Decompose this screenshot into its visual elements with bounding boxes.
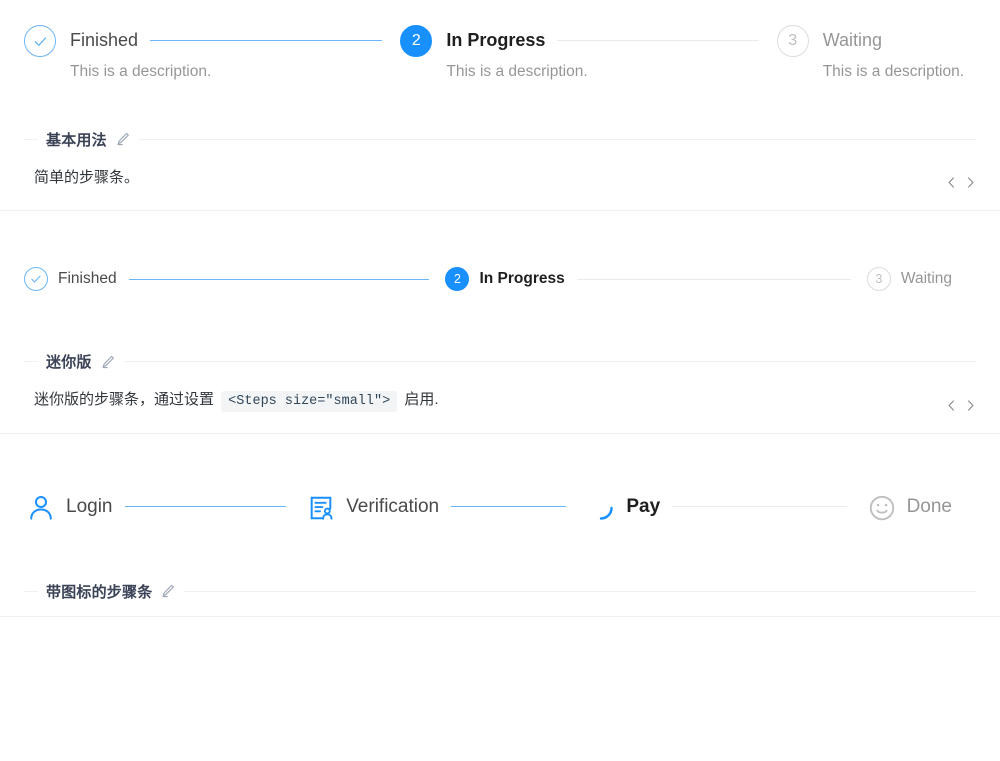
demo-block-icon: Login [0,434,1000,617]
step-body: Verification [338,490,584,524]
step-number-icon: 2 [445,267,469,291]
description-text-before: 迷你版的步骤条，通过设置 [34,391,218,408]
demo-block-basic: Finished This is a description. 2 In Pro… [0,0,1000,211]
step-description: This is a description. [446,60,764,85]
pencil-icon[interactable] [160,583,176,599]
step-title: Verification [346,490,451,524]
step-title-row: In Progress [479,267,854,291]
step-login[interactable]: Login [24,490,304,525]
demo-title-row: 基本用法 [24,113,976,150]
step-verification[interactable]: Verification [304,490,584,525]
step-body: Login [58,490,304,524]
step-title: Done [907,490,964,524]
step-body: Waiting This is a description. [809,24,976,85]
demo-stage-icon: Login [0,434,1000,565]
steps-basic: Finished This is a description. 2 In Pro… [24,24,976,85]
title-lead-rule [24,139,38,140]
title-lead-rule [24,361,38,362]
demo-meta-basic: 基本用法 简单的步骤条。 [0,113,1000,211]
demo-meta-small: 迷你版 迷你版的步骤条，通过设置 <Steps size="small"> 启用… [0,335,1000,433]
step-body: Waiting [891,267,976,291]
inline-code: <Steps size="small"> [221,391,397,412]
user-icon [24,491,58,525]
step-title: Finished [70,24,150,56]
title-tail-rule [184,591,976,592]
step-title-row: Verification [346,490,572,524]
step-body: Finished This is a description. [56,24,400,85]
step-waiting[interactable]: 3 Waiting This is a description. [777,24,976,85]
steps-small: Finished 2 In Progress 3 [24,267,976,291]
title-tail-rule [124,361,976,362]
pencil-icon[interactable] [100,354,116,370]
step-connector-line [577,279,851,280]
step-body: Pay [618,490,864,524]
demo-title-row: 迷你版 [24,335,976,372]
step-title-row: In Progress [446,24,764,56]
step-description: This is a description. [70,60,388,85]
step-body: Done [899,490,976,524]
title-lead-rule [24,591,38,592]
step-number-icon: 3 [867,267,891,291]
step-title: In Progress [479,267,576,291]
step-finished[interactable]: Finished This is a description. [24,24,400,85]
steps-demo-page: Finished This is a description. 2 In Pro… [0,0,1000,617]
step-connector-line [125,506,287,507]
step-finished[interactable]: Finished [24,267,445,291]
step-waiting[interactable]: 3 Waiting [867,267,976,291]
step-title: In Progress [446,24,557,56]
step-done[interactable]: Done [865,490,976,525]
steps-with-icons: Login [24,490,976,525]
demo-title: 迷你版 [38,351,98,372]
demo-title-row: 带图标的步骤条 [24,565,976,602]
step-number-icon: 2 [400,25,432,57]
description-text-after: 启用. [400,391,438,408]
step-title: Login [66,490,125,524]
demo-description: 迷你版的步骤条，通过设置 <Steps size="small"> 启用. [34,386,914,415]
step-title-row: Finished [70,24,388,56]
step-in-progress[interactable]: 2 In Progress [445,267,866,291]
check-icon [24,267,48,291]
step-connector-line [672,506,846,507]
step-title-row: Done [907,490,964,524]
chevron-left-icon [944,175,959,190]
chevron-right-icon [963,398,978,413]
demo-description: 简单的步骤条。 [34,164,914,193]
step-connector-line [129,279,430,280]
pencil-icon[interactable] [115,131,131,147]
chevron-left-icon [944,398,959,413]
step-title-row: Pay [626,490,852,524]
demo-title: 带图标的步骤条 [38,581,158,602]
step-title-row: Waiting [823,24,964,56]
demo-block-small: Finished 2 In Progress 3 [0,211,1000,434]
loading-spinner-icon [584,491,618,525]
step-title: Waiting [823,24,894,56]
step-body: In Progress [469,267,866,291]
step-body: In Progress This is a description. [432,24,776,85]
code-expand-toggle[interactable] [944,175,978,190]
smile-icon [865,491,899,525]
code-expand-toggle[interactable] [944,398,978,413]
chevron-right-icon [963,175,978,190]
step-description: This is a description. [823,60,964,85]
step-in-progress[interactable]: 2 In Progress This is a description. [400,24,776,85]
demo-stage-basic: Finished This is a description. 2 In Pro… [0,0,1000,113]
step-connector-line [451,506,566,507]
step-title: Waiting [901,267,964,291]
step-title-row: Waiting [901,267,964,291]
step-pay[interactable]: Pay [584,490,864,525]
title-tail-rule [139,139,976,140]
step-number-icon: 3 [777,25,809,57]
step-title-row: Login [66,490,292,524]
step-connector-line [150,40,382,41]
step-body: Finished [48,267,445,291]
demo-title: 基本用法 [38,129,113,150]
step-title: Pay [626,490,672,524]
step-title: Finished [58,267,129,291]
step-title-row: Finished [58,267,433,291]
demo-meta-icon: 带图标的步骤条 [0,565,1000,616]
demo-stage-small: Finished 2 In Progress 3 [0,211,1000,335]
step-connector-line [557,40,758,41]
check-icon [24,25,56,57]
solution-icon [304,491,338,525]
